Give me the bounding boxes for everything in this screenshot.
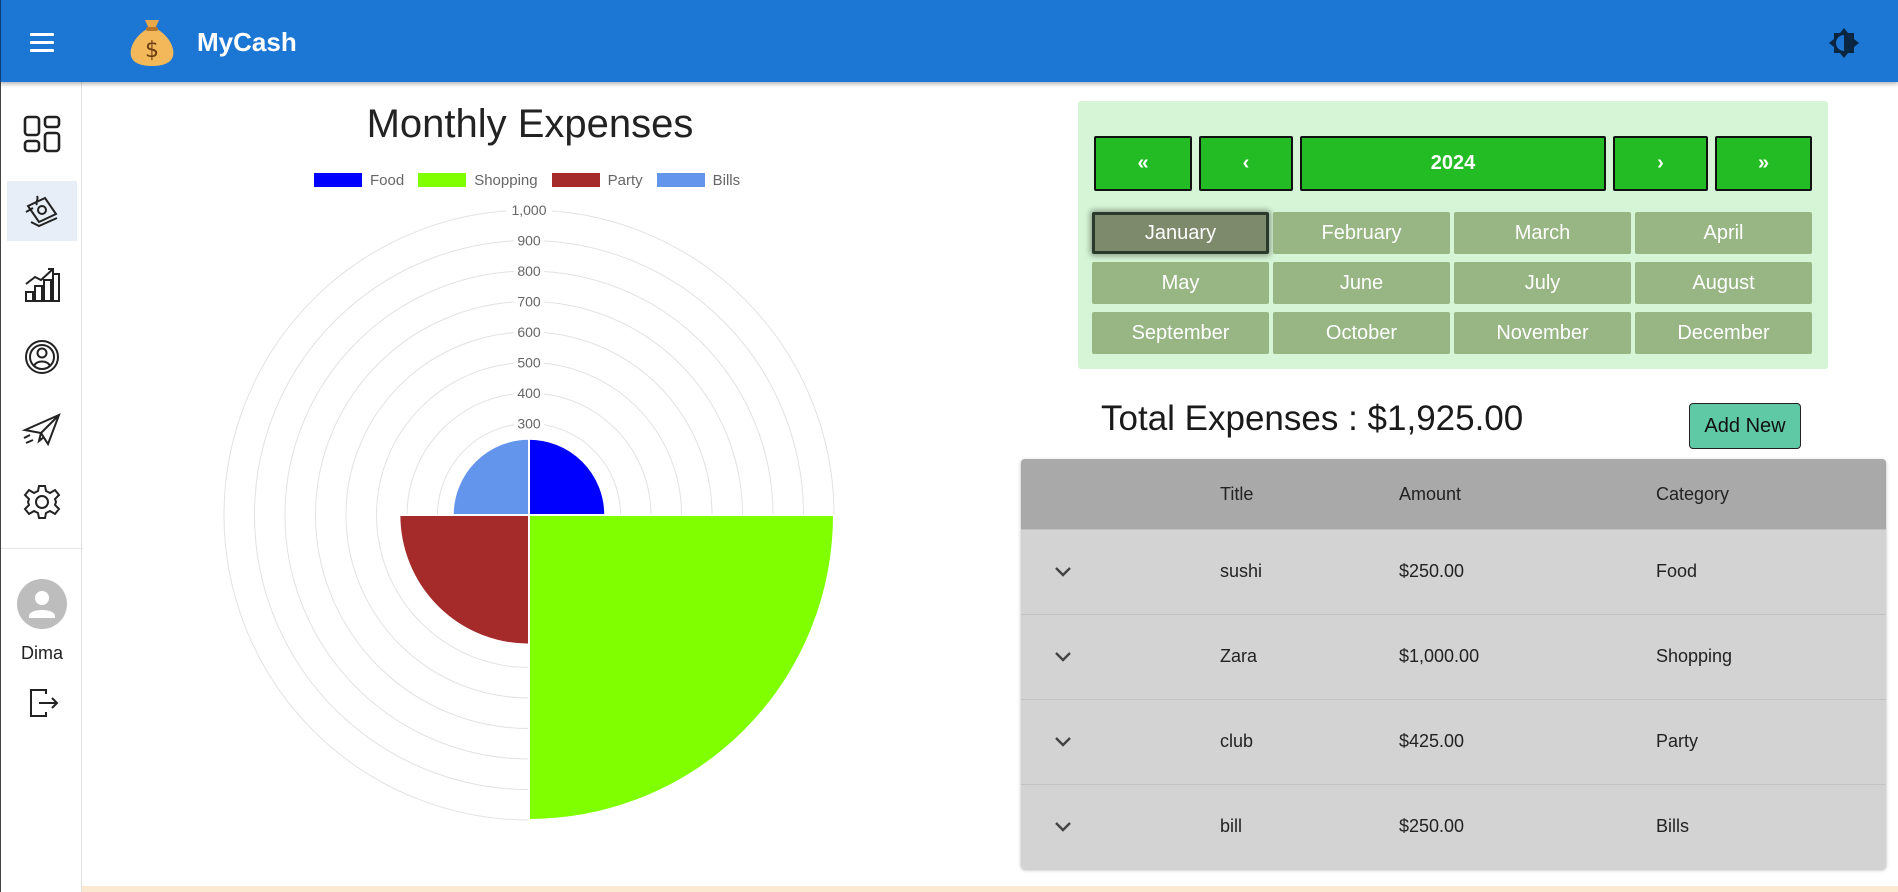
tick-label: 500: [517, 355, 541, 371]
legend-label: Bills: [712, 171, 741, 189]
slice-shopping[interactable]: [528, 514, 836, 822]
logout-icon[interactable]: [26, 686, 60, 720]
cell-amount: $425.00: [1399, 731, 1465, 751]
column-header-amount[interactable]: Amount: [1399, 484, 1461, 505]
cell-title: club: [1220, 731, 1254, 751]
polar-area-chart: 1,000 900 800 700 600 500 400 300: [223, 202, 836, 822]
chart-title: Monthly Expenses: [366, 102, 694, 146]
legend-swatch: [551, 173, 600, 187]
money-bag-icon: $: [130, 20, 174, 66]
menu-icon[interactable]: [23, 25, 61, 59]
footer-strip: [82, 886, 1898, 892]
chevron-down-icon[interactable]: [1045, 639, 1081, 675]
svg-text:$: $: [145, 38, 159, 63]
month-december-button[interactable]: December: [1635, 312, 1812, 354]
legend-label: Shopping: [474, 171, 538, 189]
sidebar: Dima: [0, 82, 83, 892]
next-year-button[interactable]: »: [1715, 136, 1812, 191]
sidebar-item-expenses[interactable]: [7, 181, 77, 241]
brightness-icon[interactable]: [1827, 26, 1861, 60]
month-june-button[interactable]: June: [1273, 262, 1450, 304]
legend-swatch: [418, 173, 467, 187]
chevron-down-icon[interactable]: [1045, 809, 1081, 845]
month-january-button[interactable]: January: [1092, 212, 1269, 254]
prev-year-button[interactable]: «: [1094, 136, 1192, 191]
cell-amount: $1,000.00: [1399, 646, 1480, 666]
tick-label: 300: [517, 416, 541, 432]
legend-swatch: [656, 173, 705, 187]
prev-button[interactable]: ‹: [1199, 136, 1293, 191]
table-row[interactable]: bill $250.00 Bills: [1021, 784, 1886, 869]
cell-amount: $250.00: [1399, 816, 1465, 836]
profile-icon: [25, 340, 59, 374]
expenses-table: Title Amount Category sushi $250.00 Food…: [1021, 459, 1886, 869]
user-name: Dima: [20, 643, 63, 663]
legend-label: Food: [370, 171, 405, 189]
month-march-button[interactable]: March: [1454, 212, 1631, 254]
expenses-icon: [25, 195, 58, 228]
chevron-down-icon[interactable]: [1045, 554, 1081, 590]
tick-label: 600: [517, 324, 541, 340]
legend-label: Party: [607, 171, 643, 189]
column-header-title[interactable]: Title: [1220, 484, 1253, 505]
month-november-button[interactable]: November: [1454, 312, 1631, 354]
month-july-button[interactable]: July: [1454, 262, 1631, 304]
settings-icon: [23, 485, 61, 519]
cell-amount: $250.00: [1399, 561, 1465, 581]
sidebar-item-statistics[interactable]: [7, 255, 77, 315]
legend-item-party[interactable]: Party: [551, 171, 643, 189]
next-button[interactable]: ›: [1613, 136, 1708, 191]
table-header: Title Amount Category: [1021, 459, 1886, 529]
cell-category: Party: [1656, 731, 1699, 751]
sidebar-item-profile[interactable]: [7, 327, 77, 387]
cell-category: Bills: [1656, 816, 1690, 836]
dashboard-icon: [23, 115, 61, 153]
cell-title: Zara: [1220, 646, 1258, 666]
sidebar-item-dashboard[interactable]: [7, 104, 77, 164]
sidebar-item-settings[interactable]: [7, 472, 77, 532]
table-row[interactable]: club $425.00 Party: [1021, 699, 1886, 784]
table-row[interactable]: sushi $250.00 Food: [1021, 529, 1886, 614]
tick-label: 700: [517, 294, 541, 310]
cell-title: bill: [1220, 816, 1243, 836]
month-april-button[interactable]: April: [1635, 212, 1812, 254]
cell-category: Food: [1656, 561, 1698, 581]
add-new-button[interactable]: Add New: [1689, 403, 1801, 449]
tick-label: 400: [517, 385, 541, 401]
sidebar-divider: [1, 548, 83, 549]
legend-swatch: [314, 173, 362, 187]
legend-item-food[interactable]: Food: [314, 172, 404, 189]
app-title: MyCash: [197, 27, 297, 57]
cell-category: Shopping: [1656, 646, 1733, 666]
table-row[interactable]: Zara $1,000.00 Shopping: [1021, 614, 1886, 699]
tick-label: 900: [517, 233, 541, 249]
month-october-button[interactable]: October: [1273, 312, 1450, 354]
avatar[interactable]: [17, 579, 67, 629]
send-icon: [22, 413, 61, 447]
tick-label: 1,000: [511, 202, 546, 218]
slice-party[interactable]: [398, 514, 530, 646]
month-may-button[interactable]: May: [1092, 262, 1269, 304]
statistics-icon: [25, 268, 60, 302]
person-icon: [29, 591, 55, 618]
month-august-button[interactable]: August: [1635, 262, 1812, 304]
legend-item-shopping[interactable]: Shopping: [418, 171, 538, 189]
chevron-down-icon[interactable]: [1045, 724, 1081, 760]
year-button[interactable]: 2024: [1300, 136, 1606, 191]
month-september-button[interactable]: September: [1092, 312, 1269, 354]
total-expenses: Total Expenses : $1,925.00: [1101, 399, 1524, 438]
cell-title: sushi: [1220, 561, 1263, 581]
month-picker: « ‹ 2024 › » January February March April Ma…: [1078, 101, 1828, 369]
column-header-category[interactable]: Category: [1656, 484, 1729, 505]
legend-item-bills[interactable]: Bills: [656, 171, 741, 189]
chart-legend: Food Shopping Party Bills: [314, 170, 754, 190]
tick-label: 800: [517, 263, 541, 279]
sidebar-item-send[interactable]: [7, 400, 77, 460]
app-bar: $ MyCash: [0, 0, 1898, 82]
month-february-button[interactable]: February: [1273, 212, 1450, 254]
